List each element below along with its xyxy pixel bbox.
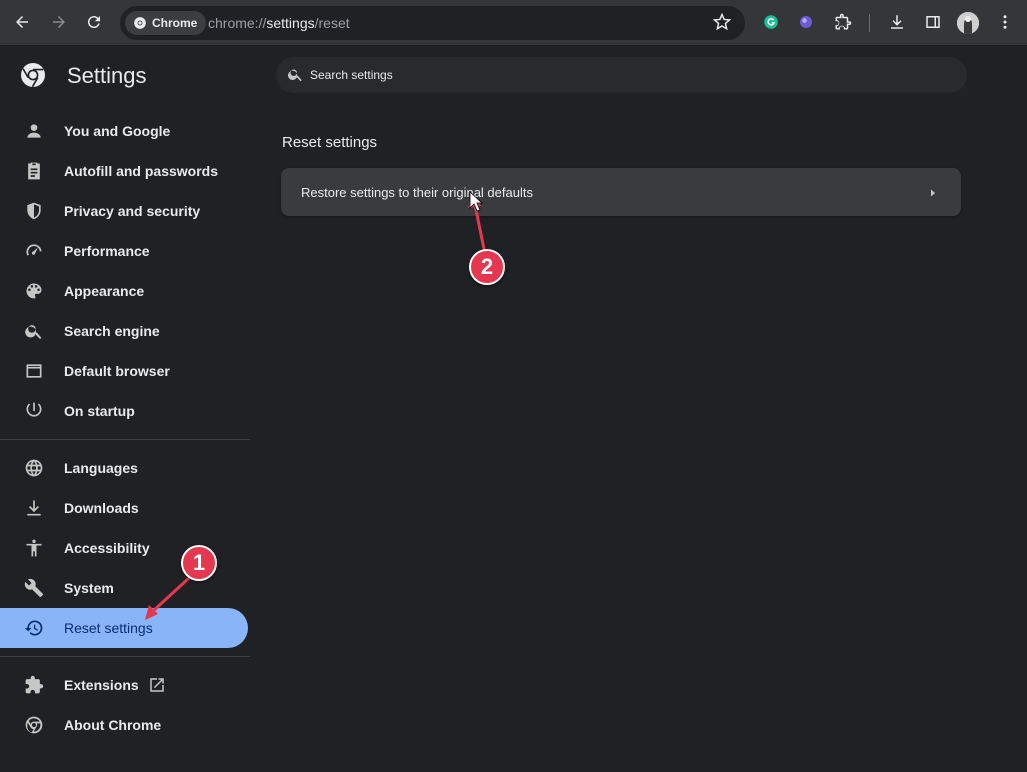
side-panel-icon [926,16,940,28]
profile-avatar[interactable] [957,12,979,34]
download-icon [891,15,903,29]
sidebar-item-label: Accessibility [64,540,150,556]
reload-icon [87,16,100,29]
history-icon [24,618,44,638]
sidebar-item-languages[interactable]: Languages [0,448,248,488]
address-bar[interactable]: Chrome chrome://settings/reset [120,6,745,40]
search-placeholder: Search settings [310,68,393,82]
sidebar-item-label: Autofill and passwords [64,163,219,179]
url-path: /reset [314,15,350,31]
sidebar-item-label: Languages [64,460,138,476]
sidebar-item-label: On startup [64,403,135,419]
browser-toolbar: Chrome chrome://settings/reset [0,0,1027,46]
extension-globe-button[interactable] [791,7,821,37]
sidebar-item-extensions[interactable]: Extensions [0,665,248,705]
sidebar-item-downloads[interactable]: Downloads [0,488,248,528]
power-icon [24,401,44,421]
sidebar-item-label: Extensions [64,677,139,693]
sidebar-item-about-chrome[interactable]: About Chrome [0,705,248,745]
section-title: Reset settings [282,134,378,151]
side-panel-button[interactable] [918,7,948,37]
sidebar-item-autofill[interactable]: Autofill and passwords [0,151,248,191]
palette-icon [24,281,44,301]
url-host: settings [266,15,315,31]
chrome-logo-icon [19,61,47,89]
sidebar-item-label: You and Google [64,123,171,139]
arrow-left-icon [16,16,28,28]
globe-icon [24,458,44,478]
sidebar-item-label: System [64,580,114,596]
sidebar-item-on-startup[interactable]: On startup [0,391,248,431]
grammarly-extension-button[interactable] [756,7,786,37]
chrome-logo-icon [134,17,146,29]
restore-defaults-label: Restore settings to their original defau… [301,185,533,200]
grammarly-icon [764,15,778,29]
puzzle-icon [24,675,44,695]
search-input[interactable]: Search settings [276,57,967,93]
extensions-menu-button[interactable] [828,7,858,37]
sidebar-divider [0,439,250,440]
arrow-right-icon [53,16,65,28]
annotation-marker-1: 1 [181,545,217,581]
sidebar-item-label: Reset settings [64,620,153,636]
annotation-marker-2: 2 [469,249,505,285]
accessibility-icon [24,538,44,558]
open-in-new-icon [148,676,166,694]
star-icon [712,12,732,31]
wrench-icon [24,578,44,598]
site-chip[interactable]: Chrome [125,11,207,35]
toolbar-separator [869,14,870,32]
sidebar-item-label: Search engine [64,323,160,339]
sidebar-item-label: About Chrome [64,717,162,733]
sidebar-divider [0,656,250,657]
sidebar-item-appearance[interactable]: Appearance [0,271,248,311]
sidebar-item-reset-settings[interactable]: Reset settings [0,608,248,648]
person-icon [24,121,44,141]
browser-window-icon [24,361,44,381]
url-text[interactable]: chrome://settings/reset [208,15,350,31]
search-icon [287,66,304,83]
sidebar-item-default-browser[interactable]: Default browser [0,351,248,391]
sidebar-item-search-engine[interactable]: Search engine [0,311,248,351]
shield-icon [24,201,44,221]
sidebar-item-label: Performance [64,243,150,259]
puzzle-icon [835,13,852,30]
browser-menu-button[interactable] [990,7,1020,37]
sidebar-item-label: Appearance [64,283,145,299]
globe-extension-icon [800,16,812,28]
sidebar-item-label: Privacy and security [64,203,201,219]
page-title: Settings [67,63,147,88]
downloads-button[interactable] [882,7,912,37]
sidebar-item-you-and-google[interactable]: You and Google [0,111,248,151]
speedometer-icon [24,241,44,261]
clipboard-icon [24,161,44,181]
sidebar-item-label: Downloads [64,500,139,516]
url-scheme: chrome:// [208,15,267,31]
restore-defaults-row[interactable]: Restore settings to their original defau… [281,168,961,216]
search-icon [24,321,44,341]
more-vert-icon [1003,15,1007,29]
forward-button[interactable] [44,7,74,37]
chrome-logo-icon [24,715,44,735]
download-icon [24,498,44,518]
back-button[interactable] [7,7,37,37]
arrow-right-icon [927,186,939,198]
reload-button[interactable] [79,7,109,37]
bookmark-button[interactable] [712,12,733,33]
sidebar-item-privacy[interactable]: Privacy and security [0,191,248,231]
site-chip-label: Chrome [152,16,198,30]
sidebar-item-label: Default browser [64,363,170,379]
sidebar-item-performance[interactable]: Performance [0,231,248,271]
profile-picture-icon [957,12,979,34]
